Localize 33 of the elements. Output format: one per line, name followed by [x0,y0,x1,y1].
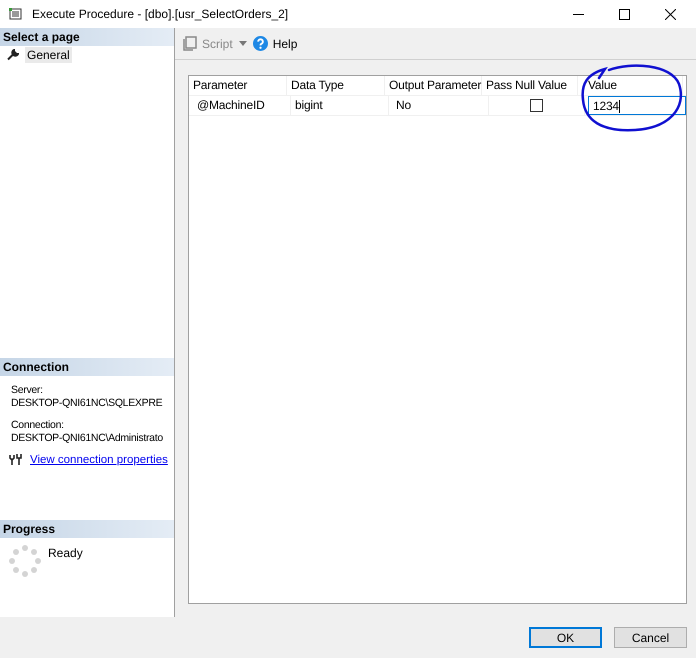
close-icon[interactable] [665,8,676,20]
progress-status: Ready [48,546,83,560]
help-icon [252,36,268,51]
column-header: Output Parameter [385,76,482,95]
dropdown-caret-icon[interactable] [238,41,247,46]
table-cell: bigint [291,96,389,115]
app-icon [9,8,22,20]
section-header: Select a page [0,28,174,46]
maximize-icon[interactable] [619,8,630,20]
connection-label: Connection: [11,419,65,432]
help-button[interactable]: Help [252,36,298,51]
view-connection-properties-link[interactable]: View connection properties [30,454,168,466]
server-label: Server: [11,384,44,397]
server-name: DESKTOP-QNI61NC\SQLEXPRE [11,397,164,410]
dialog-button[interactable]: Cancel [614,627,687,648]
value-field[interactable]: 1234 [588,96,686,115]
plug-icon [9,454,22,466]
connection-name: DESKTOP-QNI61NC\Administrato [11,432,164,445]
checkbox[interactable] [530,99,543,112]
column-header: Pass Null Value [482,76,578,95]
window-title: Execute Procedure - [dbo].[usr_SelectOrders_2] [32,7,288,21]
dialog-button[interactable]: OK [529,627,602,648]
script-icon [183,36,197,51]
section-header: Connection [0,358,174,376]
section-header: Progress [0,520,174,538]
wrench-icon [7,49,19,61]
spinner-icon [9,545,41,577]
column-header: Data Type [287,76,385,95]
column-header: Value [578,76,683,95]
page-item[interactable]: General [25,47,72,63]
table-cell: @MachineID [189,96,291,115]
table-cell: No [389,96,489,115]
column-header: Parameter [189,76,287,95]
